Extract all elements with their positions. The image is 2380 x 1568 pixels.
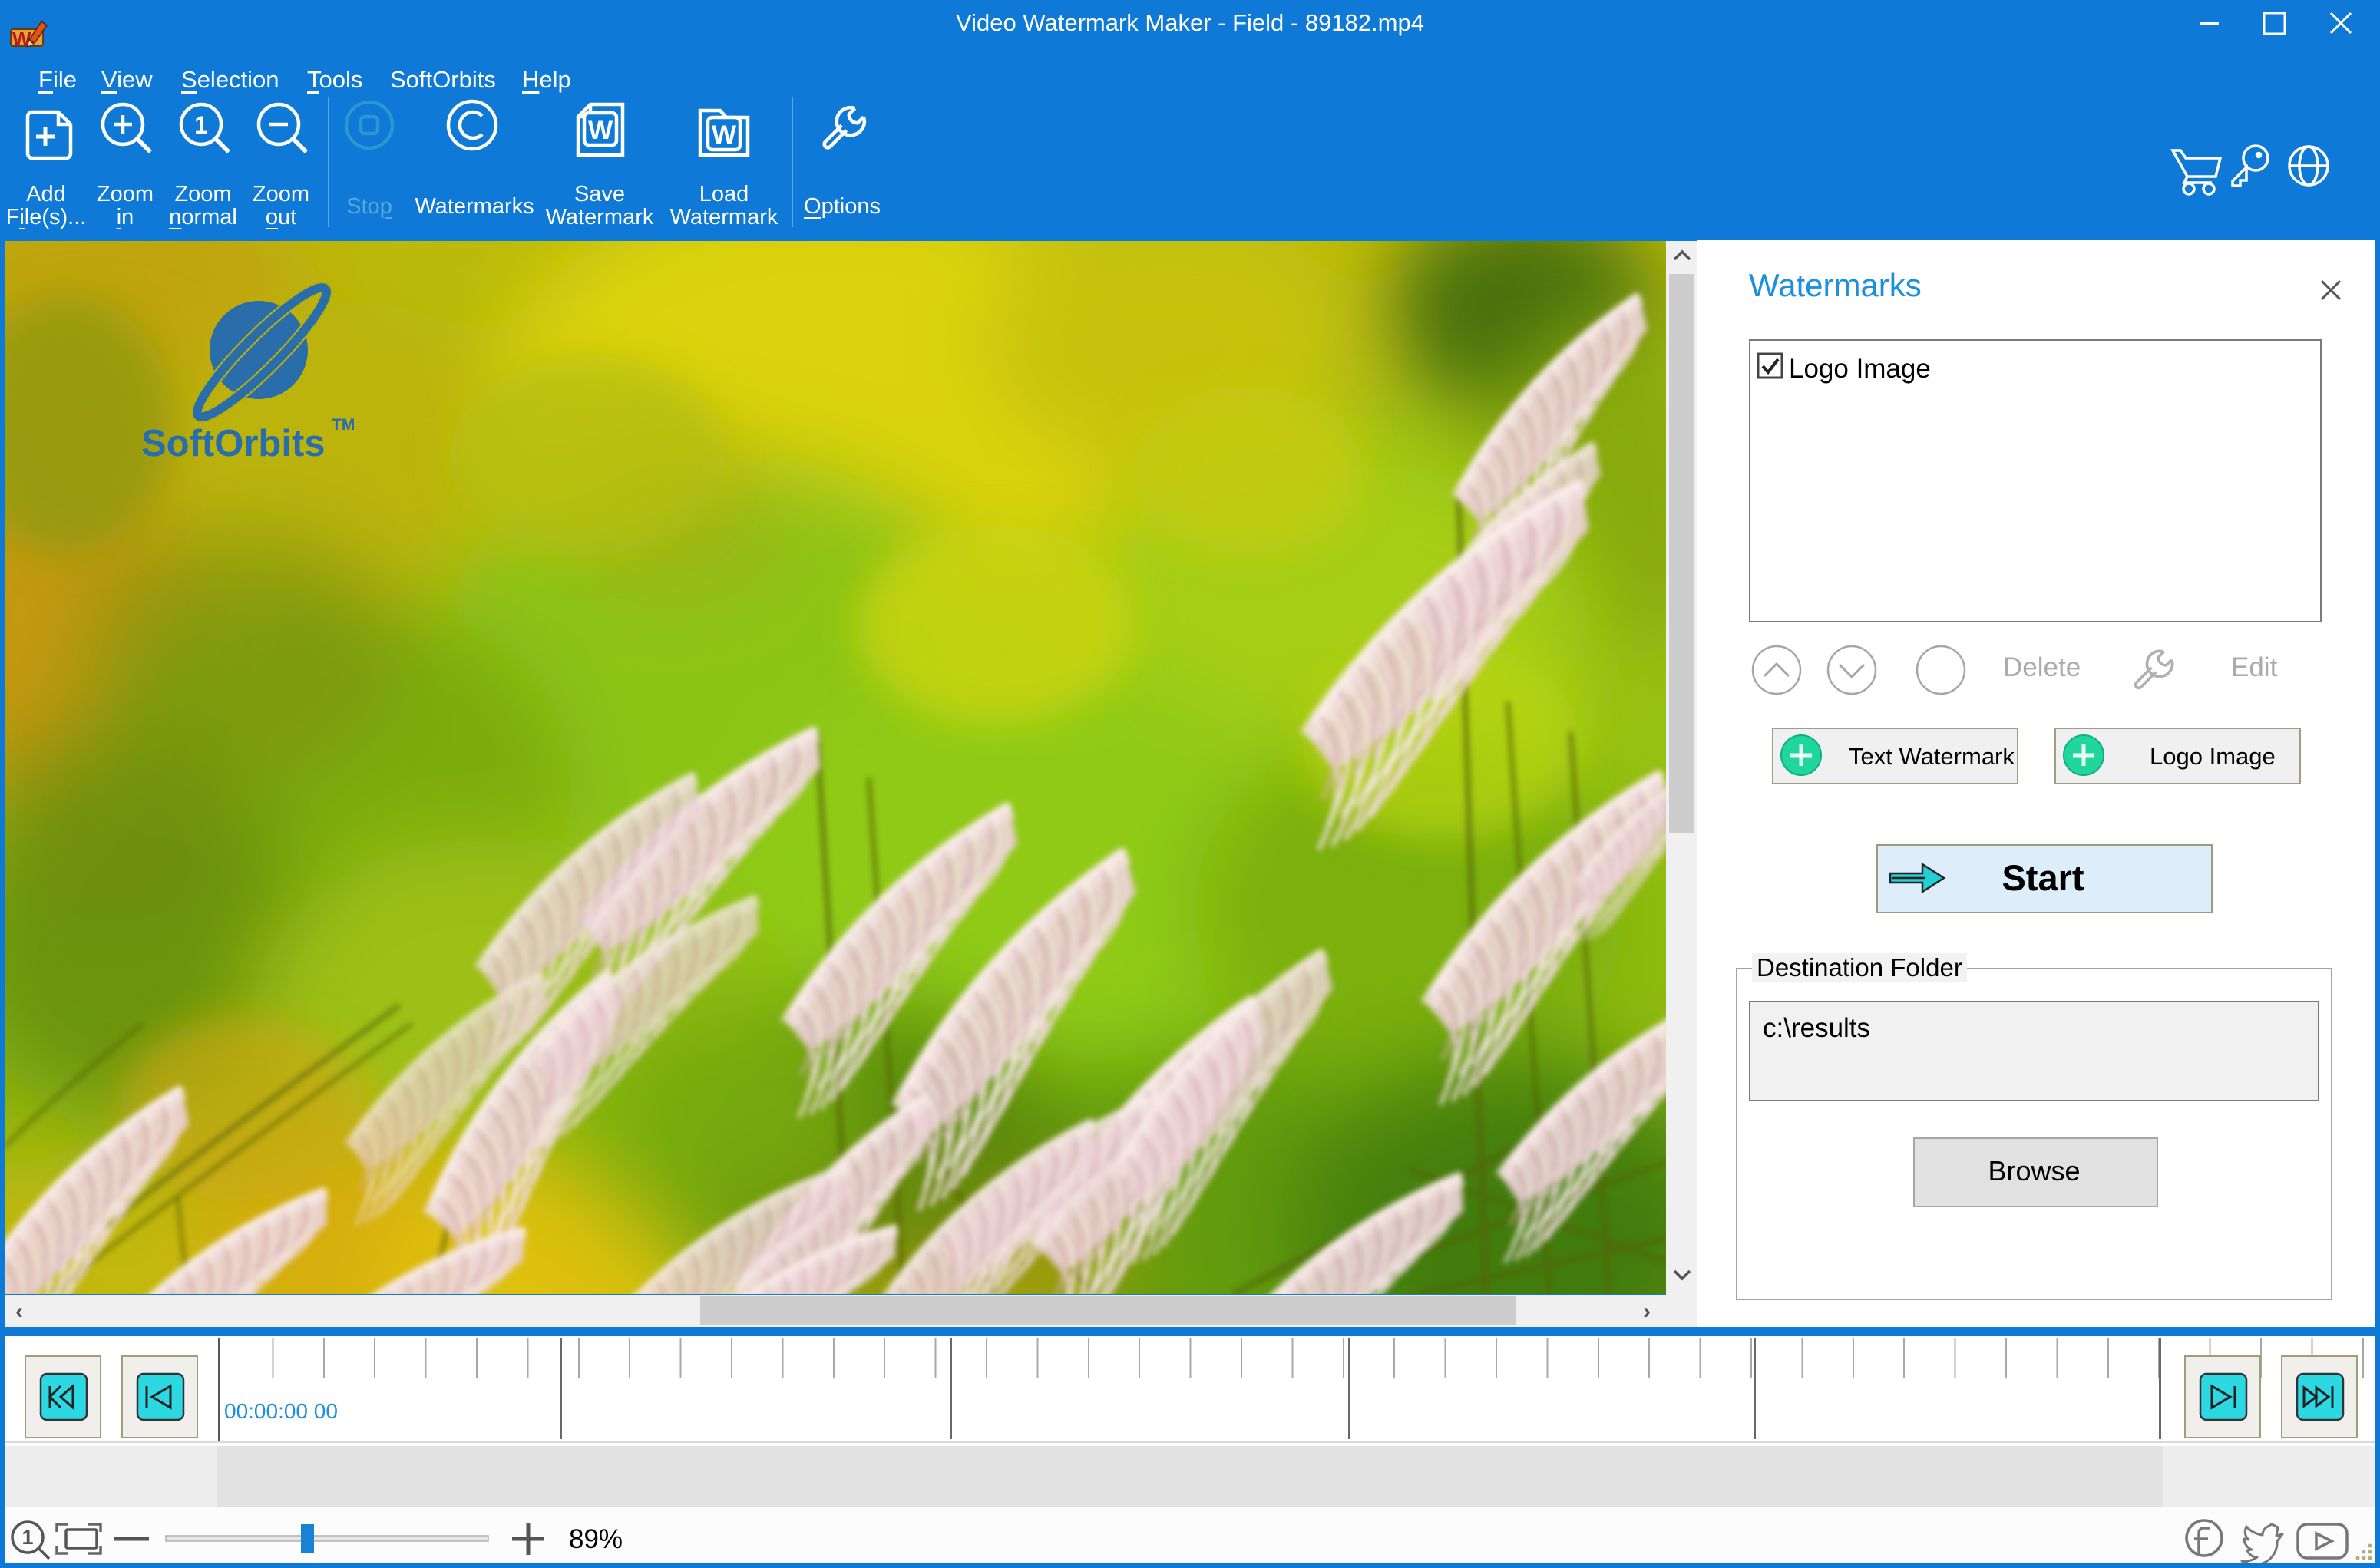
svg-text:TM: TM bbox=[332, 416, 355, 434]
svg-text:1: 1 bbox=[194, 111, 208, 139]
svg-text:W: W bbox=[588, 116, 613, 145]
svg-text:SoftOrbits: SoftOrbits bbox=[141, 423, 326, 464]
svg-text:W: W bbox=[712, 120, 737, 150]
svg-text:1: 1 bbox=[21, 1526, 33, 1549]
svg-text:89%: 89% bbox=[569, 1524, 623, 1554]
